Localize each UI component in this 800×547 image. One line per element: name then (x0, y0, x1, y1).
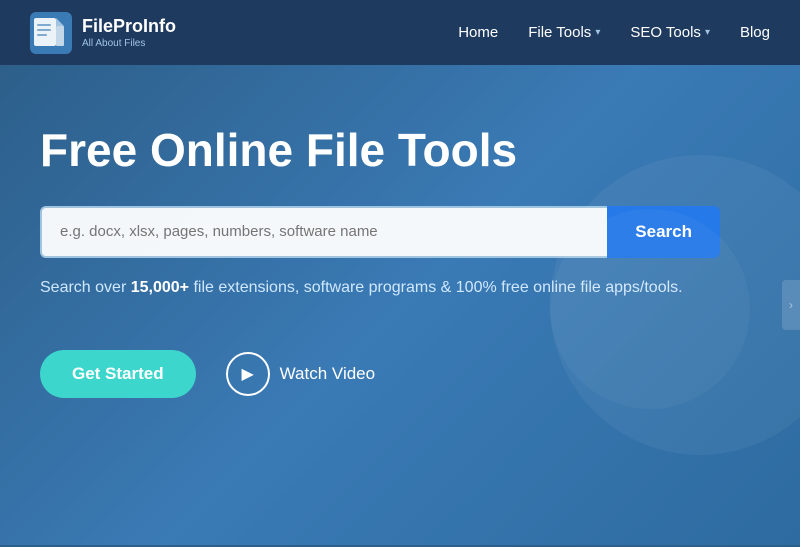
highlight-count: 15,000+ (131, 279, 189, 296)
logo-icon (30, 12, 72, 54)
logo-title: FileProInfo (82, 16, 176, 38)
search-description: Search over 15,000+ file extensions, sof… (40, 276, 720, 300)
nav-file-tools[interactable]: File Tools ▾ (528, 24, 600, 41)
search-button[interactable]: Search (607, 206, 720, 258)
get-started-button[interactable]: Get Started (40, 350, 196, 398)
nav-seo-tools[interactable]: SEO Tools ▾ (630, 24, 710, 41)
scroll-hint: › (782, 280, 800, 330)
logo-area[interactable]: FileProInfo All About Files (30, 12, 176, 54)
nav-blog[interactable]: Blog (740, 24, 770, 41)
cta-area: Get Started ▶ Watch Video (40, 350, 760, 398)
header: FileProInfo All About Files Home File To… (0, 0, 800, 65)
hero-section: Free Online File Tools Search Search ove… (0, 65, 800, 545)
watch-video-button[interactable]: ▶ Watch Video (226, 352, 375, 396)
search-input[interactable] (40, 206, 607, 258)
seo-tools-chevron-icon: ▾ (705, 27, 710, 38)
hero-title: Free Online File Tools (40, 125, 760, 176)
logo-text: FileProInfo All About Files (82, 16, 176, 49)
nav-home[interactable]: Home (458, 24, 498, 41)
play-icon: ▶ (226, 352, 270, 396)
watch-video-label: Watch Video (280, 364, 375, 384)
logo-subtitle: All About Files (82, 38, 176, 49)
main-nav: Home File Tools ▾ SEO Tools ▾ Blog (458, 24, 770, 41)
file-tools-chevron-icon: ▾ (595, 27, 600, 38)
search-container: Search (40, 206, 720, 258)
